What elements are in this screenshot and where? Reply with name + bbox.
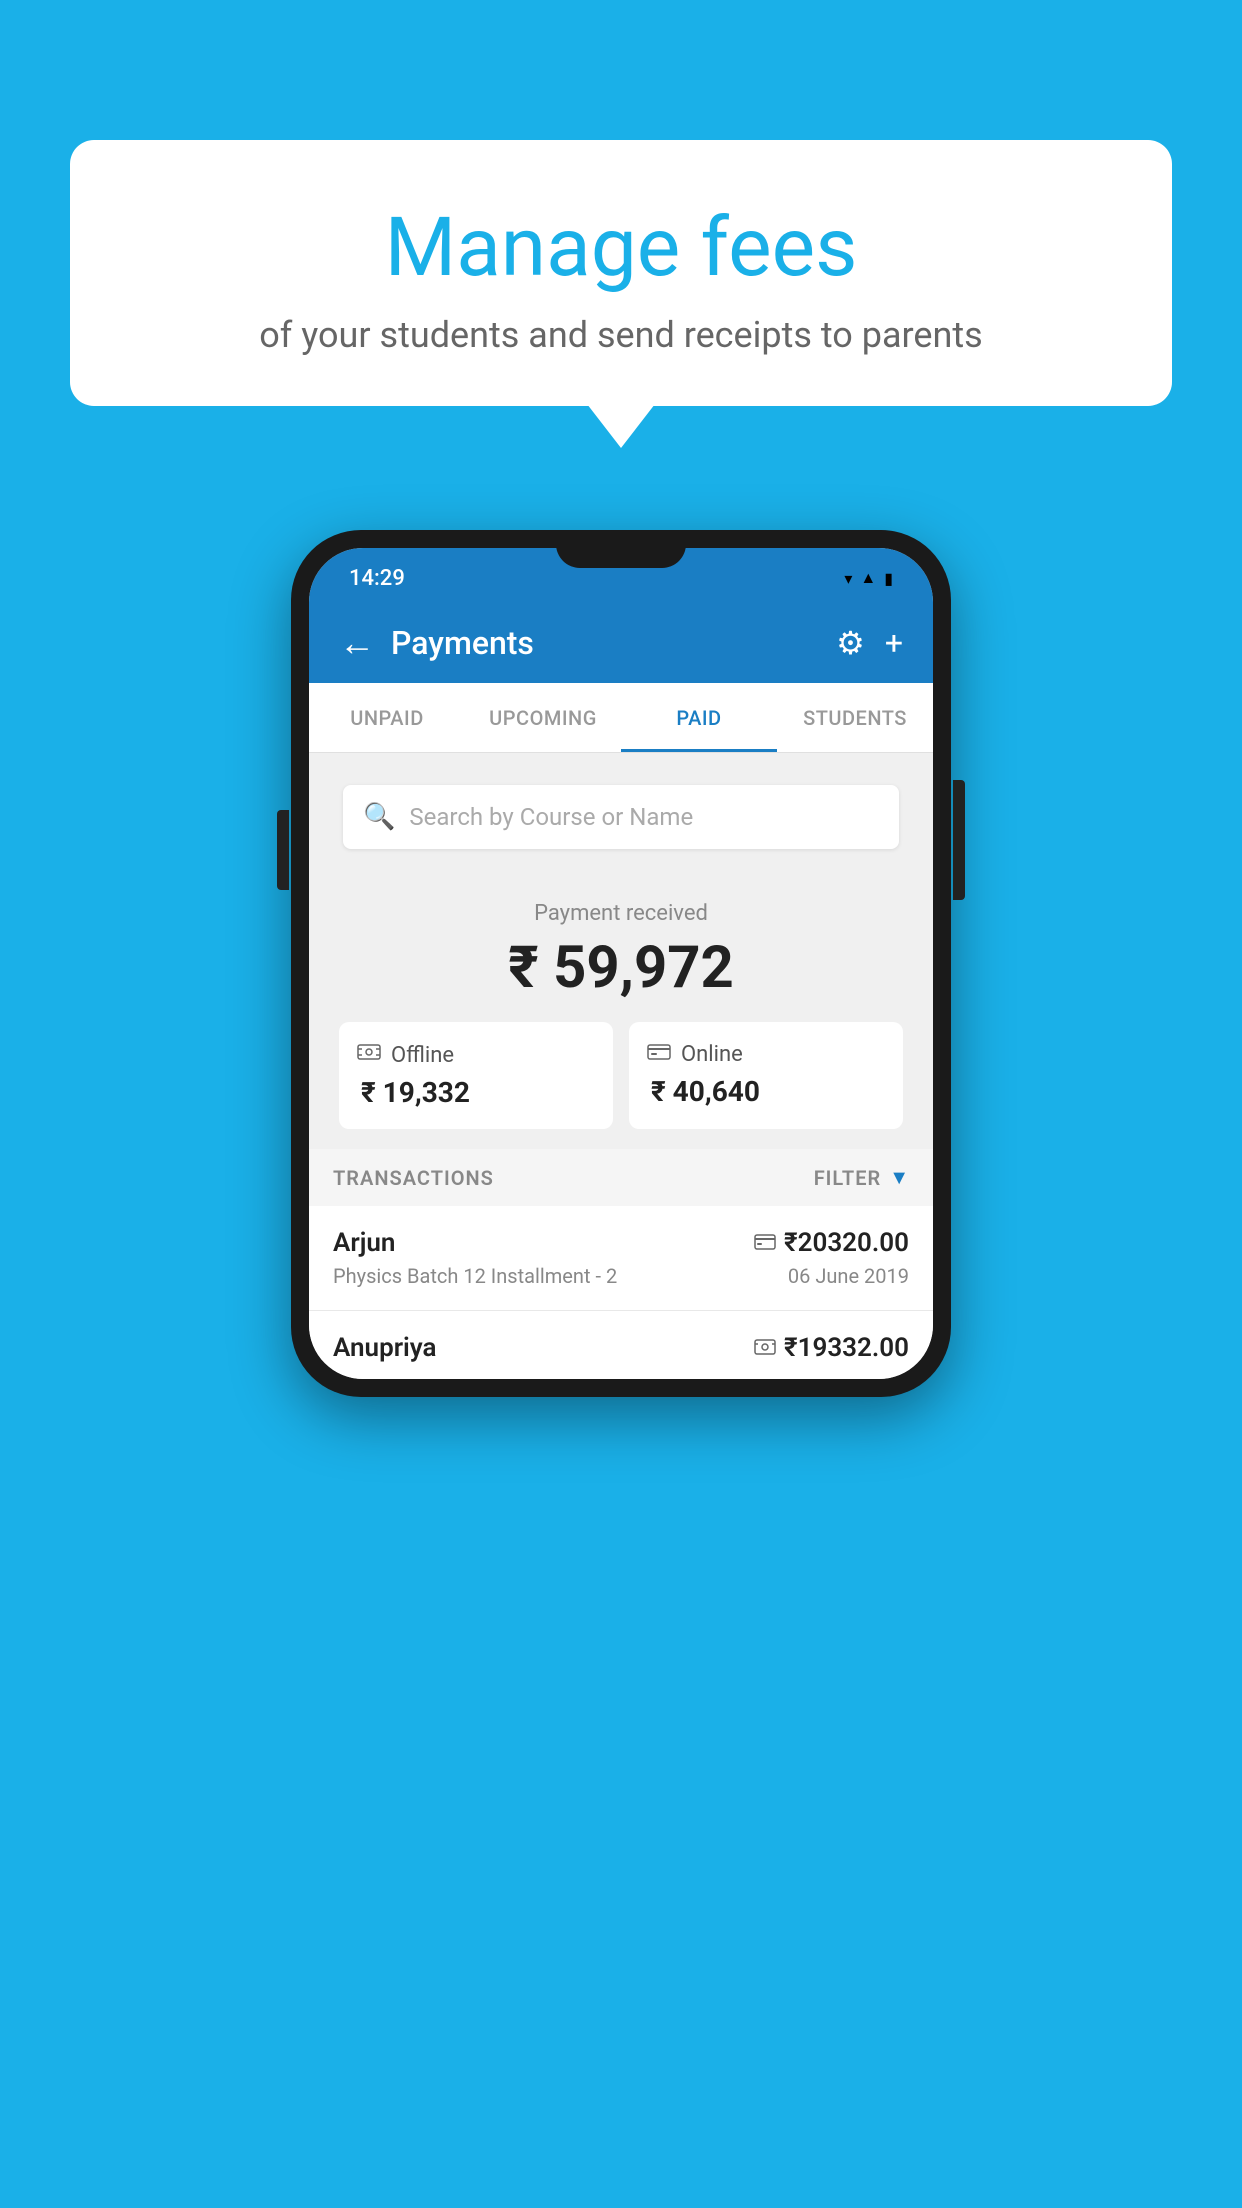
filter-label: FILTER [814,1166,882,1190]
transaction-date: 06 June 2019 [788,1264,909,1288]
transaction-amount: ₹19332.00 [784,1333,909,1363]
phone-notch [556,530,686,568]
offline-label: Offline [391,1043,454,1068]
payment-cards: Offline ₹ 19,332 [339,1022,903,1129]
online-label: Online [681,1042,743,1067]
offline-card-header: Offline [357,1042,454,1068]
tab-unpaid[interactable]: UNPAID [309,683,465,752]
online-card: Online ₹ 40,640 [629,1022,903,1129]
settings-icon[interactable]: ⚙ [836,624,865,662]
search-input[interactable]: Search by Course or Name [409,803,693,831]
transactions-label: TRANSACTIONS [333,1166,494,1190]
speech-bubble-area: Manage fees of your students and send re… [70,140,1172,406]
header-left: ← Payments [339,622,534,664]
transaction-row[interactable]: Arjun ₹20320.00 Physics Batch 1 [309,1206,933,1311]
transaction-name: Arjun [333,1228,395,1258]
payment-section: Payment received ₹ 59,972 [309,873,933,1149]
transaction-row[interactable]: Anupriya ₹19332.00 [309,1311,933,1379]
transaction-row-top: Arjun ₹20320.00 [333,1228,909,1258]
filter-icon: ▼ [889,1165,909,1190]
offline-icon [357,1042,381,1068]
header-right: ⚙ + [836,624,903,662]
search-bar[interactable]: 🔍 Search by Course or Name [343,785,899,849]
transaction-name: Anupriya [333,1333,437,1363]
transactions-header: TRANSACTIONS FILTER ▼ [309,1149,933,1206]
offline-card: Offline ₹ 19,332 [339,1022,613,1129]
transaction-row-bottom: Physics Batch 12 Installment - 2 06 June… [333,1264,909,1288]
transaction-amount-area: ₹20320.00 [754,1228,909,1258]
transaction-amount: ₹20320.00 [784,1228,909,1258]
tab-upcoming[interactable]: UPCOMING [465,683,621,752]
speech-bubble: Manage fees of your students and send re… [70,140,1172,406]
tabs-bar: UNPAID UPCOMING PAID STUDENTS [309,683,933,753]
battery-icon: ▮ [884,569,893,588]
wifi-icon: ▾ [844,569,852,588]
payment-label: Payment received [339,901,903,926]
add-icon[interactable]: + [885,624,903,662]
app-header: ← Payments ⚙ + [309,603,933,683]
tab-paid[interactable]: PAID [621,683,777,752]
online-card-header: Online [647,1042,743,1067]
online-amount: ₹ 40,640 [647,1075,760,1108]
transaction-amount-area: ₹19332.00 [754,1333,909,1363]
phone-outer: 14:29 ▾ ▲ ▮ ← Payments ⚙ + [291,530,951,1397]
filter-area[interactable]: FILTER ▼ [814,1165,909,1190]
online-icon [647,1042,671,1067]
status-time: 14:29 [349,566,405,591]
back-button[interactable]: ← [339,622,375,664]
phone-mockup: 14:29 ▾ ▲ ▮ ← Payments ⚙ + [291,530,951,1397]
transaction-row-top: Anupriya ₹19332.00 [333,1333,909,1363]
transaction-course: Physics Batch 12 Installment - 2 [333,1264,617,1288]
bubble-subtitle: of your students and send receipts to pa… [150,314,1092,356]
header-title: Payments [391,624,534,662]
status-icons: ▾ ▲ ▮ [844,568,893,588]
cash-payment-icon [754,1336,776,1361]
offline-amount: ₹ 19,332 [357,1076,470,1109]
tab-students[interactable]: STUDENTS [777,683,933,752]
search-icon: 🔍 [363,802,395,832]
bubble-title: Manage fees [150,200,1092,296]
phone-screen: 14:29 ▾ ▲ ▮ ← Payments ⚙ + [309,548,933,1379]
payment-amount: ₹ 59,972 [339,934,903,1002]
signal-icon: ▲ [860,568,876,588]
card-payment-icon [754,1231,776,1256]
